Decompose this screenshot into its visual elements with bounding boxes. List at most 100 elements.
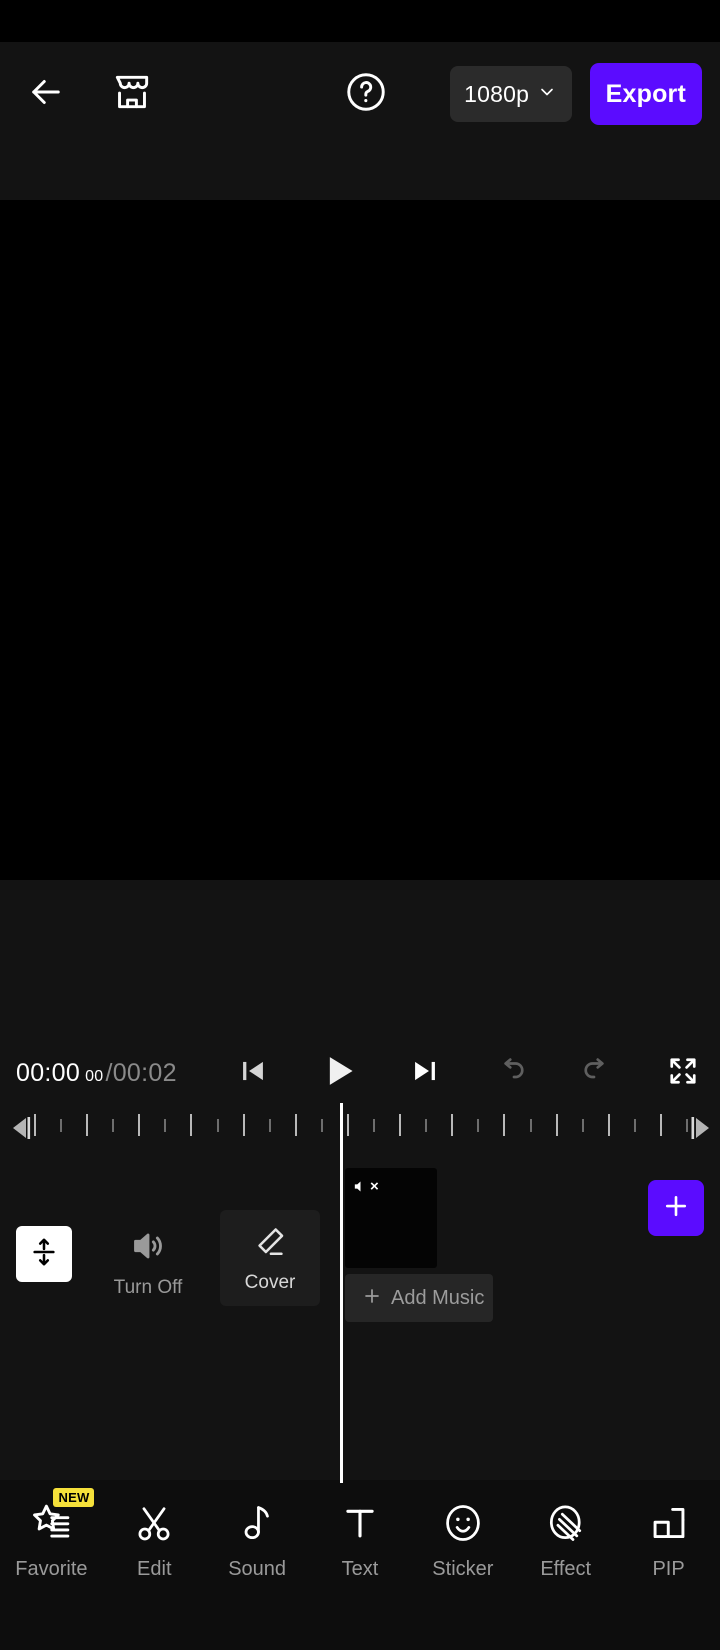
- prev-frame-button[interactable]: [232, 1052, 274, 1094]
- ruler-tick: [112, 1119, 115, 1132]
- ruler-tick: [86, 1114, 89, 1136]
- chevron-down-icon: [537, 82, 557, 107]
- redo-icon: [579, 1053, 615, 1094]
- video-editor-app: 1080p Export 00:00 00 /00:02 Turn Off Co…: [0, 0, 720, 1650]
- ruler-tick: [425, 1119, 428, 1132]
- ruler-tick: [477, 1119, 480, 1132]
- help-button[interactable]: [338, 66, 394, 122]
- status-bar: [0, 0, 720, 42]
- ruler-tick: [659, 1114, 662, 1136]
- ruler-tick: [346, 1114, 349, 1136]
- pip-icon: [647, 1498, 691, 1548]
- export-label: Export: [605, 79, 686, 108]
- timeline-ruler[interactable]: [0, 1108, 720, 1148]
- undo-button[interactable]: [490, 1052, 532, 1094]
- scissors-icon: [132, 1498, 176, 1548]
- volume-tool[interactable]: Turn Off: [102, 1210, 194, 1299]
- vertical-resize-button[interactable]: [16, 1226, 72, 1282]
- playhead[interactable]: [340, 1103, 343, 1483]
- ruler-tick: [373, 1119, 376, 1132]
- toolbar-item-effect[interactable]: Effect: [514, 1480, 617, 1581]
- toolbar-item-pip[interactable]: PIP: [617, 1480, 720, 1581]
- resolution-value: 1080p: [464, 80, 530, 107]
- transport-bar: 00:00 00 /00:02: [0, 1040, 720, 1106]
- ruler-tick: [164, 1119, 167, 1132]
- ruler-tick: [34, 1114, 36, 1136]
- ruler-tick: [607, 1114, 610, 1136]
- back-button[interactable]: [14, 62, 78, 126]
- timeline-tracks: Turn Off Cover × Add Music: [0, 1150, 720, 1480]
- smiley-icon: [441, 1498, 485, 1548]
- toolbar-item-sticker[interactable]: Sticker: [411, 1480, 514, 1581]
- undo-icon: [493, 1053, 529, 1094]
- ruler-tick: [242, 1114, 245, 1136]
- toolbar-label-sound: Sound: [228, 1558, 287, 1580]
- help-circle-icon: [344, 70, 388, 119]
- current-frames: 00: [85, 1067, 104, 1085]
- toolbar-item-text[interactable]: Text: [309, 1480, 412, 1581]
- ruler-tick: [399, 1114, 402, 1136]
- arrow-left-icon: [25, 71, 67, 118]
- fullscreen-button[interactable]: [662, 1052, 704, 1094]
- time-display: 00:00 00 /00:02: [16, 1059, 177, 1088]
- video-clip[interactable]: ×: [345, 1168, 437, 1268]
- top-bar: 1080p Export: [0, 42, 720, 200]
- resolution-select[interactable]: 1080p: [449, 66, 572, 122]
- current-time: 00:00: [16, 1058, 81, 1087]
- effect-icon: [544, 1498, 588, 1548]
- plus-icon: [661, 1191, 691, 1226]
- play-icon: [317, 1049, 361, 1098]
- store-button[interactable]: [100, 62, 164, 126]
- volume-icon: [128, 1226, 168, 1271]
- pencil-icon: [251, 1223, 289, 1266]
- volume-tool-label: Turn Off: [113, 1277, 183, 1298]
- ruler-tick: [268, 1119, 271, 1132]
- ruler-tick: [555, 1114, 558, 1136]
- new-badge: NEW: [53, 1488, 95, 1507]
- toolbar-label-effect: Effect: [540, 1558, 592, 1580]
- export-button[interactable]: Export: [589, 63, 702, 125]
- cover-tool-label: Cover: [244, 1271, 296, 1293]
- fullscreen-icon: [665, 1053, 701, 1094]
- ruler-ticks: [34, 1108, 688, 1148]
- ruler-tick: [633, 1119, 636, 1132]
- ruler-tick: [581, 1119, 584, 1132]
- ruler-tick: [216, 1119, 219, 1132]
- timeline-left-tools: Turn Off Cover: [0, 1210, 320, 1306]
- play-button[interactable]: [318, 1052, 360, 1094]
- store-icon: [110, 70, 154, 119]
- history-controls: [490, 1040, 704, 1106]
- volume-mute-icon: ×: [352, 1178, 379, 1195]
- ruler-tick: [529, 1119, 532, 1132]
- text-t-icon: [338, 1498, 382, 1548]
- ruler-tick: [320, 1119, 323, 1132]
- ruler-tick: [686, 1119, 688, 1132]
- ruler-arrow-right-icon: [688, 1114, 714, 1147]
- toolbar-label-edit: Edit: [137, 1558, 172, 1580]
- video-preview[interactable]: [0, 200, 720, 880]
- ruler-tick: [503, 1114, 506, 1136]
- playback-controls: [232, 1040, 446, 1106]
- ruler-arrow-left-icon: [8, 1114, 34, 1147]
- total-time: /00:02: [105, 1058, 177, 1087]
- ruler-tick: [190, 1114, 193, 1136]
- ruler-tick: [294, 1114, 297, 1136]
- toolbar-label-favorite: Favorite: [15, 1558, 88, 1580]
- add-clip-button[interactable]: [648, 1180, 704, 1236]
- ruler-tick: [60, 1119, 63, 1132]
- mute-mark: ×: [370, 1178, 379, 1195]
- toolbar-label-text: Text: [341, 1558, 379, 1580]
- add-music-label: Add Music: [391, 1286, 485, 1309]
- redo-button[interactable]: [576, 1052, 618, 1094]
- skip-next-icon: [408, 1054, 442, 1093]
- cover-tool[interactable]: Cover: [220, 1210, 320, 1306]
- add-music-button[interactable]: Add Music: [345, 1274, 493, 1322]
- bottom-toolbar: NEW Favorite Edit Sound Text Sticker Eff…: [0, 1480, 720, 1650]
- toolbar-item-sound[interactable]: Sound: [206, 1480, 309, 1581]
- music-note-icon: [235, 1498, 279, 1548]
- toolbar-item-edit[interactable]: Edit: [103, 1480, 206, 1581]
- toolbar-item-favorite[interactable]: NEW Favorite: [0, 1480, 103, 1581]
- toolbar-label-pip: PIP: [652, 1558, 685, 1580]
- skip-previous-icon: [236, 1054, 270, 1093]
- next-frame-button[interactable]: [404, 1052, 446, 1094]
